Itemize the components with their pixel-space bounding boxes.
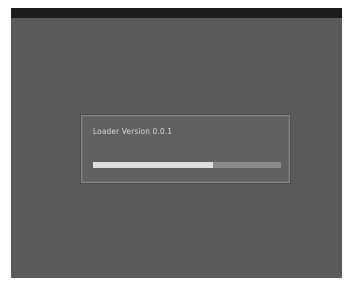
progress-bar bbox=[93, 162, 281, 168]
progress-bar-fill bbox=[93, 162, 214, 168]
loader-dialog: Loader Version 0.0.1 bbox=[81, 115, 290, 183]
top-bar bbox=[11, 8, 342, 18]
page: Loader Version 0.0.1 bbox=[0, 0, 355, 282]
loader-version-label: Loader Version 0.0.1 bbox=[93, 127, 173, 136]
